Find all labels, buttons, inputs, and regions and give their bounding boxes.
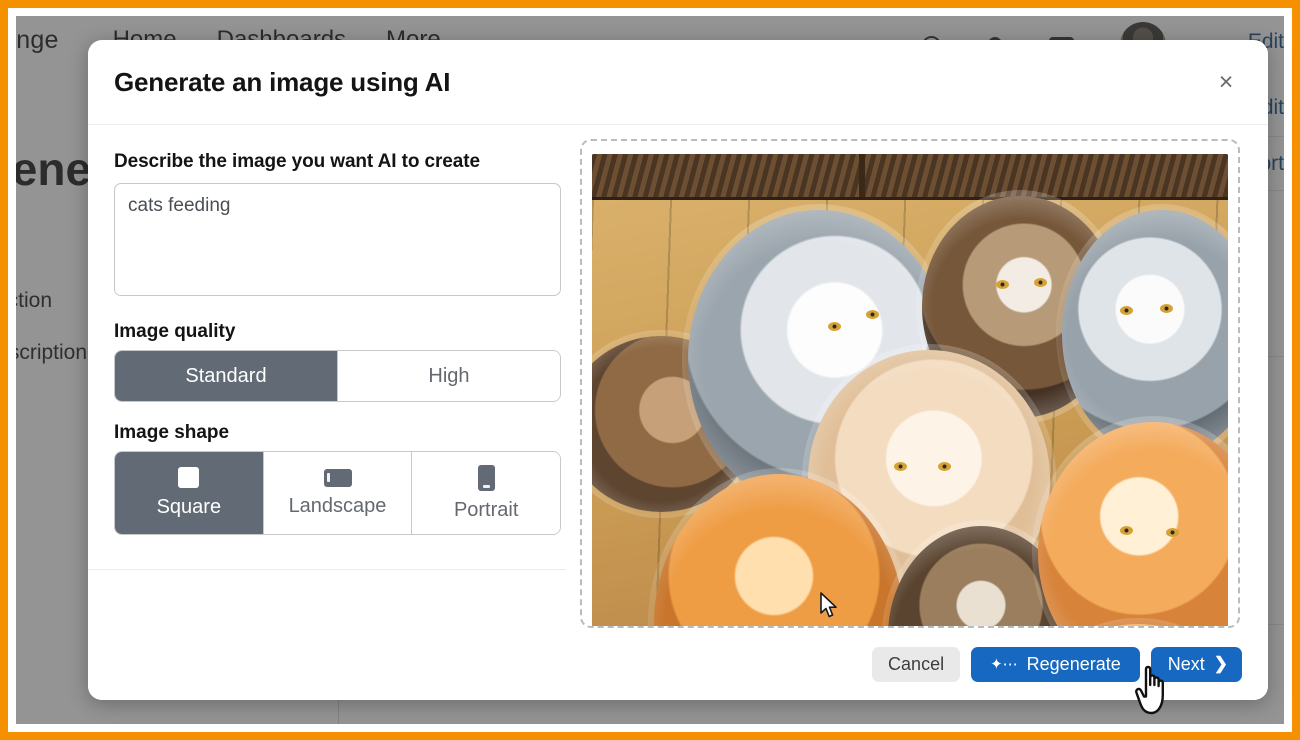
app-frame: Orange Home Dashboards More Edit Generat…: [0, 0, 1300, 740]
modal-body: Describe the image you want AI to create…: [88, 125, 1268, 628]
prompt-label: Describe the image you want AI to create: [114, 151, 480, 172]
modal-controls-column: Describe the image you want AI to create…: [88, 125, 566, 628]
regenerate-button[interactable]: ✦⋯ Regenerate: [971, 646, 1140, 682]
quality-option-high[interactable]: High: [338, 351, 560, 401]
generated-image-scene: [592, 154, 1228, 626]
cat-eye: [938, 462, 951, 471]
shape-option-landscape-label: Landscape: [288, 494, 387, 517]
cat-eye: [894, 462, 907, 471]
landscape-icon: [323, 468, 352, 487]
image-shape-segmented-control: Square Landscape Portrait: [114, 451, 561, 535]
cat-eye: [1166, 528, 1179, 537]
image-quality-label: Image quality: [114, 321, 236, 342]
cancel-button[interactable]: Cancel: [872, 646, 961, 682]
chevron-right-icon: ❯: [1213, 654, 1228, 673]
next-button-label: Next: [1167, 653, 1205, 674]
portrait-icon: [477, 464, 495, 491]
modal-header: Generate an image using AI ×: [88, 40, 1268, 125]
square-icon: [178, 467, 200, 488]
cat-eye: [1120, 306, 1133, 315]
prompt-input[interactable]: [114, 183, 561, 296]
shape-option-square[interactable]: Square: [115, 452, 264, 534]
cat-eye: [1034, 278, 1047, 287]
cat-eye: [866, 310, 879, 319]
sparkle-icon: ✦⋯: [990, 655, 1018, 673]
mouse-cursor-arrow: [820, 592, 837, 618]
cat-eye: [1120, 526, 1133, 535]
regenerate-button-label: Regenerate: [1026, 653, 1121, 674]
controls-divider: [88, 569, 566, 570]
modal-title: Generate an image using AI: [114, 66, 451, 97]
next-button[interactable]: Next ❯: [1150, 646, 1242, 682]
image-quality-segmented-control: Standard High: [114, 350, 561, 402]
close-icon[interactable]: ×: [1208, 64, 1244, 100]
shape-option-portrait-label: Portrait: [453, 498, 519, 521]
modal-footer: Cancel ✦⋯ Regenerate Next ❯: [88, 628, 1268, 700]
image-shape-label: Image shape: [114, 422, 230, 443]
basket-background: [592, 154, 1228, 200]
cat-eye: [996, 280, 1009, 289]
quality-option-standard[interactable]: Standard: [115, 351, 338, 401]
cat-eye: [1160, 304, 1173, 313]
ai-image-modal: Generate an image using AI × Describe th…: [88, 40, 1268, 700]
shape-option-square-label: Square: [156, 496, 222, 518]
cat-eye: [828, 322, 841, 331]
shape-option-portrait[interactable]: Portrait: [412, 452, 560, 534]
modal-preview-column: [566, 125, 1268, 628]
shape-option-landscape[interactable]: Landscape: [263, 452, 413, 534]
image-dropzone[interactable]: [580, 139, 1240, 628]
generated-image-preview[interactable]: [592, 154, 1228, 626]
